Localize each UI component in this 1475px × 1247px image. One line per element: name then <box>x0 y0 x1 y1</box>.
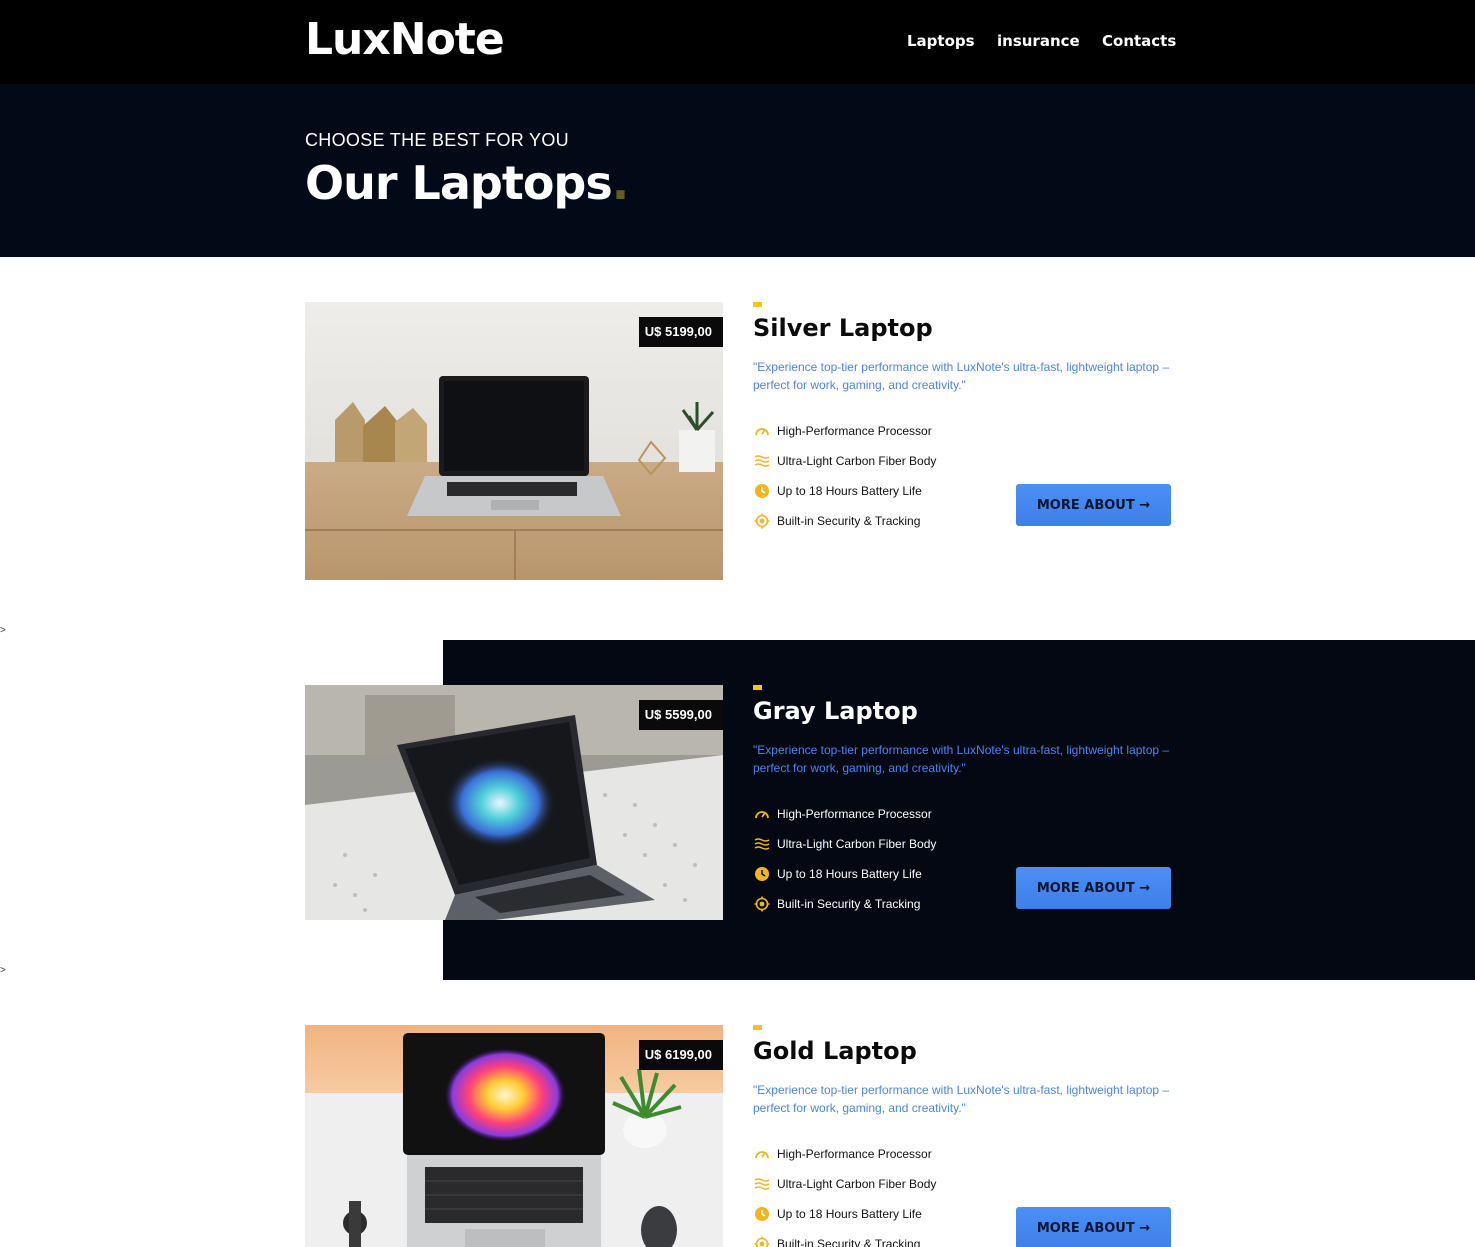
feature-item: High-Performance Processor <box>753 1139 936 1169</box>
target-icon <box>753 1235 771 1247</box>
product-card-silver: U$ 5199,00 Silver Laptop "Experience top… <box>305 302 1171 580</box>
feature-label: Up to 18 Hours Battery Life <box>777 484 922 498</box>
waves-icon <box>753 452 771 470</box>
hero-section: CHOOSE THE BEST FOR YOU Our Laptops. <box>0 84 1475 257</box>
hero-subtitle: CHOOSE THE BEST FOR YOU <box>305 130 569 150</box>
feature-item: Ultra-Light Carbon Fiber Body <box>753 446 936 476</box>
feature-item: Up to 18 Hours Battery Life <box>753 1199 936 1229</box>
feature-item: Built-in Security & Tracking <box>753 1229 936 1247</box>
nav-link-laptops[interactable]: Laptops <box>907 32 975 50</box>
speedometer-icon <box>753 1145 771 1163</box>
feature-item: Ultra-Light Carbon Fiber Body <box>753 1169 936 1199</box>
feature-label: High-Performance Processor <box>777 807 932 821</box>
price-badge: U$ 6199,00 <box>638 1040 723 1070</box>
feature-label: High-Performance Processor <box>777 1147 932 1161</box>
product-description: "Experience top-tier performance with Lu… <box>753 1083 1170 1115</box>
product-image: U$ 6199,00 <box>305 1025 723 1247</box>
clock-icon <box>753 482 771 500</box>
clock-icon <box>753 865 771 883</box>
nav-link-insurance[interactable]: insurance <box>997 32 1080 50</box>
product-title: Gold Laptop <box>753 1037 917 1065</box>
product-image: U$ 5599,00 <box>305 685 723 920</box>
product-image: U$ 5199,00 <box>305 302 723 580</box>
stray-marker: > <box>0 625 6 636</box>
title-accent-bar <box>753 685 762 690</box>
target-icon <box>753 512 771 530</box>
price-badge: U$ 5599,00 <box>638 700 723 730</box>
clock-icon <box>753 1205 771 1223</box>
title-accent-bar <box>753 1025 762 1030</box>
feature-list: High-Performance Processor Ultra-Light C… <box>753 799 936 919</box>
more-about-button[interactable]: MORE ABOUT → <box>1016 1207 1171 1247</box>
speedometer-icon <box>753 805 771 823</box>
waves-icon <box>753 835 771 853</box>
product-description: "Experience top-tier performance with Lu… <box>753 743 1170 775</box>
feature-label: Built-in Security & Tracking <box>777 514 921 528</box>
feature-label: Up to 18 Hours Battery Life <box>777 1207 922 1221</box>
more-about-button[interactable]: MORE ABOUT → <box>1016 484 1171 526</box>
feature-item: Up to 18 Hours Battery Life <box>753 859 936 889</box>
feature-item: High-Performance Processor <box>753 416 936 446</box>
product-card-gray: U$ 5599,00 Gray Laptop "Experience top-t… <box>305 685 1171 920</box>
more-about-button[interactable]: MORE ABOUT → <box>1016 867 1171 909</box>
nav-link-contacts[interactable]: Contacts <box>1102 32 1176 50</box>
feature-label: Ultra-Light Carbon Fiber Body <box>777 1177 937 1191</box>
feature-item: Built-in Security & Tracking <box>753 506 936 536</box>
product-description: "Experience top-tier performance with Lu… <box>753 360 1170 392</box>
feature-label: Built-in Security & Tracking <box>777 1237 921 1247</box>
target-icon <box>753 895 771 913</box>
waves-icon <box>753 1175 771 1193</box>
hero-title: Our Laptops. <box>305 156 630 210</box>
feature-item: Up to 18 Hours Battery Life <box>753 476 936 506</box>
feature-label: Ultra-Light Carbon Fiber Body <box>777 837 937 851</box>
hero-title-dot: . <box>611 156 630 210</box>
feature-list: High-Performance Processor Ultra-Light C… <box>753 416 936 536</box>
product-card-gold: U$ 6199,00 Gold Laptop "Experience top-t… <box>305 1025 1171 1247</box>
hero-title-text: Our Laptops <box>305 156 613 210</box>
feature-label: Ultra-Light Carbon Fiber Body <box>777 454 937 468</box>
feature-label: Up to 18 Hours Battery Life <box>777 867 922 881</box>
feature-label: Built-in Security & Tracking <box>777 897 921 911</box>
feature-list: High-Performance Processor Ultra-Light C… <box>753 1139 936 1247</box>
speedometer-icon <box>753 422 771 440</box>
price-badge: U$ 5199,00 <box>638 317 723 347</box>
product-title: Gray Laptop <box>753 697 918 725</box>
title-accent-bar <box>753 302 762 307</box>
feature-item: Ultra-Light Carbon Fiber Body <box>753 829 936 859</box>
product-title: Silver Laptop <box>753 314 933 342</box>
site-logo[interactable]: LuxNote <box>305 14 505 65</box>
stray-marker: > <box>0 965 6 976</box>
feature-item: Built-in Security & Tracking <box>753 889 936 919</box>
feature-item: High-Performance Processor <box>753 799 936 829</box>
feature-label: High-Performance Processor <box>777 424 932 438</box>
top-navbar: LuxNote Laptops insurance Contacts <box>0 0 1475 84</box>
